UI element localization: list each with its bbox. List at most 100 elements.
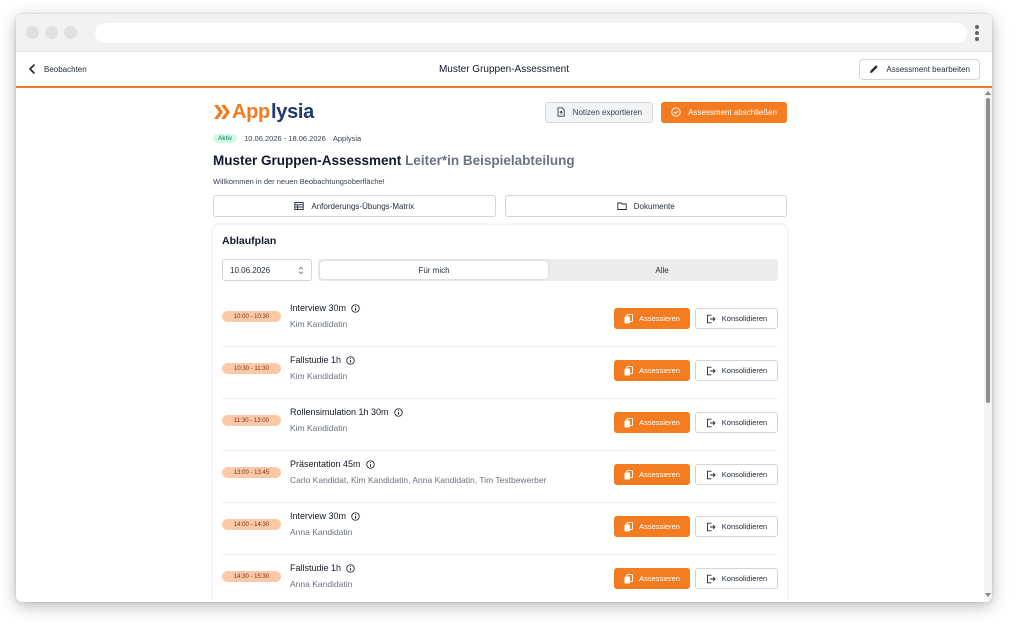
browser-menu-icon[interactable] (972, 24, 982, 41)
file-export-icon (557, 107, 565, 117)
sign-out-icon (706, 470, 716, 479)
documents-button[interactable]: Dokumente (504, 195, 787, 217)
company-name: Applysia (332, 133, 362, 143)
table-icon (294, 202, 305, 210)
edit-assessment-label: Assessment bearbeiten (886, 64, 970, 74)
schedule-card: Ablaufplan 10.06.2026 Für mich Alle 10:0… (213, 225, 787, 600)
matrix-button[interactable]: Anforderungs-Übungs-Matrix (213, 195, 496, 217)
exercise-title: Fallstudie 1h (290, 563, 342, 573)
status-badge: Aktiv (213, 133, 238, 143)
view-toggle: Für mich Alle (318, 259, 778, 281)
assess-button[interactable]: Assessieren (614, 516, 690, 537)
window-controls (26, 26, 77, 39)
time-pill: 14:30 - 15:30 (222, 571, 281, 582)
clipboard-copy-icon (624, 417, 634, 427)
close-window-dot[interactable] (26, 26, 39, 39)
finish-assessment-button[interactable]: Assessment abschließen (661, 101, 787, 123)
sign-out-icon (706, 574, 716, 583)
assess-label: Assessieren (639, 314, 680, 323)
welcome-text: Willkommen in der neuen Beobachtungsober… (213, 177, 385, 186)
exercise-title: Präsentation 45m (290, 459, 361, 469)
date-select-value: 10.06.2026 (230, 265, 271, 275)
assessment-subtitle: Leiter*in Beispielabteilung (405, 153, 575, 168)
sign-out-icon (706, 522, 716, 531)
consolidate-button[interactable]: Konsolidieren (695, 412, 778, 433)
assess-label: Assessieren (639, 574, 680, 583)
scrollbar-thumb[interactable] (986, 98, 990, 403)
sign-out-icon (706, 366, 716, 375)
top-actions: Notizen exportieren Assessment abschließ… (544, 101, 787, 123)
tab-for-me[interactable]: Für mich (320, 261, 548, 279)
clipboard-copy-icon (624, 313, 634, 323)
logo-text-lysia: lysia (270, 100, 314, 123)
app-header: Beobachten Muster Gruppen-Assessment Ass… (16, 52, 992, 88)
assess-button[interactable]: Assessieren (614, 308, 690, 329)
info-icon[interactable] (365, 459, 375, 469)
date-select[interactable]: 10.06.2026 (222, 259, 312, 281)
back-label: Beobachten (44, 64, 87, 74)
finish-assessment-label: Assessment abschließen (688, 107, 777, 117)
assess-button[interactable]: Assessieren (614, 464, 690, 485)
documents-label: Dokumente (633, 201, 675, 211)
consolidate-label: Konsolidieren (721, 522, 768, 531)
pencil-icon (870, 65, 879, 73)
clipboard-copy-icon (624, 573, 634, 583)
assess-button[interactable]: Assessieren (614, 360, 690, 381)
logo-chevron-icon (214, 105, 230, 119)
info-icon[interactable] (346, 563, 355, 573)
browser-window: Beobachten Muster Gruppen-Assessment Ass… (16, 14, 992, 602)
info-icon[interactable] (351, 511, 360, 521)
participants: Kim Kandidatin (290, 423, 348, 433)
info-icon[interactable] (393, 407, 403, 417)
address-bar[interactable] (95, 22, 967, 43)
matrix-label: Anforderungs-Übungs-Matrix (311, 201, 415, 211)
assessment-heading: Muster Gruppen-Assessment Leiter*in Beis… (213, 153, 787, 173)
assessment-meta: Aktiv 10.06.2026 - 18.06.2026 Applysia (213, 132, 787, 144)
date-range: 10.06.2026 - 18.06.2026 (244, 133, 326, 143)
scroll-down-arrow-icon[interactable] (985, 593, 991, 597)
participants: Anna Kandidatin (290, 527, 353, 537)
exercise-title: Fallstudie 1h (290, 355, 342, 365)
consolidate-button[interactable]: Konsolidieren (695, 308, 778, 329)
applysia-logo: App lysia (213, 101, 314, 124)
sign-out-icon (706, 314, 716, 323)
assess-button[interactable]: Assessieren (614, 568, 690, 589)
assess-label: Assessieren (639, 366, 680, 375)
assess-label: Assessieren (639, 418, 680, 427)
exercise-title: Interview 30m (290, 511, 347, 521)
consolidate-button[interactable]: Konsolidieren (695, 516, 778, 537)
consolidate-button[interactable]: Konsolidieren (695, 464, 778, 485)
participants: Carlo Kandidat, Kim Kandidatin, Anna Kan… (290, 475, 547, 485)
schedule-row: 14:30 - 15:30 Fallstudie 1h Anna Kandida… (222, 555, 778, 600)
export-notes-button[interactable]: Notizen exportieren (544, 101, 654, 123)
time-pill: 14:00 - 14:30 (222, 519, 281, 530)
maximize-window-dot[interactable] (64, 26, 77, 39)
consolidate-label: Konsolidieren (721, 418, 768, 427)
consolidate-label: Konsolidieren (721, 366, 768, 375)
page-title: Muster Gruppen-Assessment (438, 63, 570, 75)
info-icon[interactable] (351, 303, 360, 313)
tab-all[interactable]: Alle (548, 261, 776, 279)
chevron-up-down-icon (298, 266, 304, 274)
edit-assessment-button[interactable]: Assessment bearbeiten (859, 58, 980, 80)
chevron-left-icon (29, 64, 35, 74)
schedule-row: 13:00 - 13:45 Präsentation 45m Carlo Kan… (222, 451, 778, 503)
back-button[interactable]: Beobachten (28, 64, 87, 74)
schedule-row: 14:00 - 14:30 Interview 30m Anna Kandida… (222, 503, 778, 555)
clipboard-copy-icon (624, 521, 634, 531)
consolidate-button[interactable]: Konsolidieren (695, 568, 778, 589)
browser-chrome (16, 14, 992, 52)
time-pill: 13:00 - 13:45 (222, 467, 281, 478)
vertical-scrollbar[interactable] (984, 88, 992, 600)
resource-buttons: Anforderungs-Übungs-Matrix Dokumente (213, 195, 787, 217)
participants: Kim Kandidatin (290, 319, 348, 329)
assess-label: Assessieren (639, 470, 680, 479)
minimize-window-dot[interactable] (45, 26, 58, 39)
scroll-up-arrow-icon[interactable] (985, 91, 991, 95)
assess-button[interactable]: Assessieren (614, 412, 690, 433)
export-notes-label: Notizen exportieren (572, 107, 643, 117)
info-icon[interactable] (346, 355, 355, 365)
time-pill: 11:30 - 13:00 (222, 415, 281, 426)
consolidate-button[interactable]: Konsolidieren (695, 360, 778, 381)
participants: Anna Kandidatin (290, 579, 353, 589)
